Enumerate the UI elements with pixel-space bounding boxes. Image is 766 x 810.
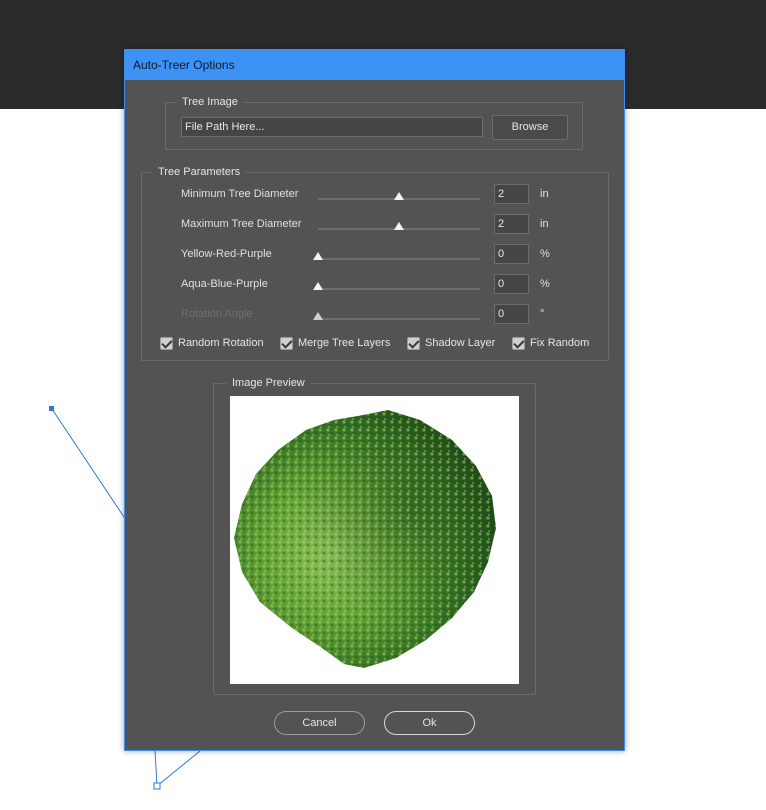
aqua-blue-purple-field[interactable]: 0 bbox=[494, 274, 529, 294]
tree-image-group: Tree Image File Path Here... Browse bbox=[165, 95, 583, 150]
anchor-point-handle[interactable] bbox=[49, 406, 54, 411]
dialog-title[interactable]: Auto-Treer Options bbox=[125, 50, 624, 80]
checkbox-checked-icon[interactable] bbox=[280, 337, 293, 350]
browse-button[interactable]: Browse bbox=[492, 115, 568, 140]
file-path-input[interactable]: File Path Here... bbox=[181, 117, 483, 137]
max-diameter-slider[interactable] bbox=[318, 222, 480, 230]
ok-button[interactable]: Ok bbox=[384, 711, 475, 735]
param-label: Yellow-Red-Purple bbox=[181, 248, 272, 260]
checkbox-checked-icon[interactable] bbox=[512, 337, 525, 350]
tree-image-legend: Tree Image bbox=[176, 95, 244, 109]
param-label: Minimum Tree Diameter bbox=[181, 188, 299, 200]
rotation-angle-slider[interactable] bbox=[313, 312, 480, 320]
checkbox-label[interactable]: Fix Random bbox=[530, 337, 589, 349]
param-row-min-diameter: Minimum Tree Diameter 2 in bbox=[142, 184, 608, 206]
slider-thumb[interactable] bbox=[313, 252, 323, 260]
checkbox-label[interactable]: Shadow Layer bbox=[425, 337, 495, 349]
tree-canopy-image bbox=[234, 410, 496, 668]
tree-parameters-legend: Tree Parameters bbox=[152, 165, 247, 179]
min-diameter-field[interactable]: 2 bbox=[494, 184, 529, 204]
param-row-aqua-blue-purple: Aqua-Blue-Purple 0 % bbox=[142, 274, 608, 296]
yellow-red-purple-field[interactable]: 0 bbox=[494, 244, 529, 264]
unit-label: ° bbox=[540, 308, 545, 320]
cancel-button[interactable]: Cancel bbox=[274, 711, 365, 735]
param-label: Maximum Tree Diameter bbox=[181, 218, 302, 230]
checkbox-checked-icon[interactable] bbox=[407, 337, 420, 350]
tree-parameters-group: Tree Parameters Minimum Tree Diameter 2 … bbox=[141, 165, 609, 361]
image-preview-group: Image Preview bbox=[213, 376, 536, 695]
slider-thumb[interactable] bbox=[313, 282, 323, 290]
auto-treer-options-dialog: Auto-Treer Options Tree Image File Path … bbox=[124, 49, 625, 751]
param-label: Rotation Angle bbox=[181, 308, 253, 320]
slider-thumb[interactable] bbox=[313, 312, 323, 320]
checkbox-checked-icon[interactable] bbox=[160, 337, 173, 350]
rotation-angle-field[interactable]: 0 bbox=[494, 304, 529, 324]
min-diameter-slider[interactable] bbox=[318, 192, 480, 200]
tree-preview-image bbox=[230, 396, 519, 684]
aqua-blue-purple-slider[interactable] bbox=[313, 282, 480, 290]
unit-label: % bbox=[540, 248, 550, 260]
param-label: Aqua-Blue-Purple bbox=[181, 278, 268, 290]
unit-label: in bbox=[540, 218, 549, 230]
max-diameter-field[interactable]: 2 bbox=[494, 214, 529, 234]
param-row-yellow-red-purple: Yellow-Red-Purple 0 % bbox=[142, 244, 608, 266]
param-row-rotation-angle: Rotation Angle 0 ° bbox=[142, 304, 608, 326]
unit-label: in bbox=[540, 188, 549, 200]
checkbox-label[interactable]: Random Rotation bbox=[178, 337, 264, 349]
checkbox-label[interactable]: Merge Tree Layers bbox=[298, 337, 390, 349]
image-preview-legend: Image Preview bbox=[226, 376, 311, 390]
slider-thumb[interactable] bbox=[394, 222, 404, 230]
param-row-max-diameter: Maximum Tree Diameter 2 in bbox=[142, 214, 608, 236]
anchor-point-handle[interactable] bbox=[153, 782, 161, 790]
yellow-red-purple-slider[interactable] bbox=[313, 252, 480, 260]
unit-label: % bbox=[540, 278, 550, 290]
slider-thumb[interactable] bbox=[394, 192, 404, 200]
options-checkbox-row: Random Rotation Merge Tree Layers Shadow… bbox=[160, 336, 600, 352]
